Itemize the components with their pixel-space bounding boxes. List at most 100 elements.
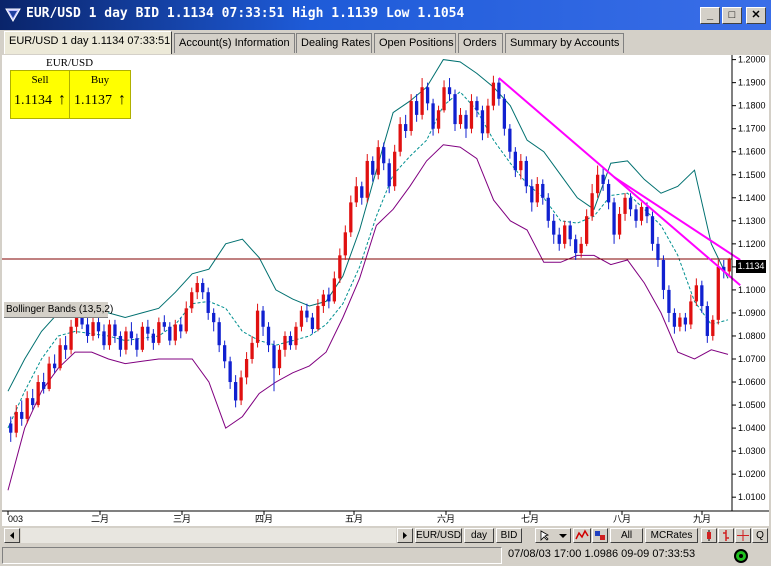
candle[interactable]: [634, 204, 638, 228]
candle[interactable]: [595, 165, 600, 198]
candle[interactable]: [716, 259, 720, 325]
candle[interactable]: [338, 248, 342, 283]
symbol-button[interactable]: EUR/USD: [415, 528, 462, 543]
candle[interactable]: [233, 375, 238, 408]
candle[interactable]: [190, 287, 194, 313]
candle[interactable]: [568, 220, 572, 247]
candle[interactable]: [266, 322, 271, 353]
indicator-label[interactable]: Bollinger Bands (13,5,2): [4, 302, 113, 318]
tab-orders[interactable]: Orders: [458, 33, 503, 53]
candle[interactable]: [585, 209, 589, 247]
candle[interactable]: [85, 317, 90, 343]
sell-panel[interactable]: Sell 1.1134 ↑: [11, 71, 70, 118]
candle[interactable]: [118, 331, 123, 357]
candle[interactable]: [656, 236, 660, 267]
candle[interactable]: [135, 333, 139, 357]
candle[interactable]: [255, 303, 260, 348]
q-button[interactable]: Q: [752, 528, 768, 543]
candle[interactable]: [299, 306, 304, 332]
candle[interactable]: [206, 287, 210, 320]
candle[interactable]: [354, 177, 358, 207]
candle[interactable]: [365, 154, 369, 203]
price-chart[interactable]: 1.2000 1.1900 1.1800 1.1700 1.1600 1.1500 1.14…: [2, 55, 769, 526]
tab-eurusd-chart[interactable]: EUR/USD 1 day 1.1134 07:33:51: [4, 31, 172, 54]
candle[interactable]: [436, 105, 441, 134]
candle[interactable]: [464, 110, 468, 138]
candle[interactable]: [107, 319, 112, 350]
candle[interactable]: [711, 315, 715, 341]
indicator-tool-button[interactable]: [573, 528, 591, 543]
candle[interactable]: [244, 352, 249, 385]
candle[interactable]: [590, 183, 594, 221]
minimize-button[interactable]: _: [700, 7, 720, 24]
tab-open-positions[interactable]: Open Positions: [374, 33, 456, 53]
candle[interactable]: [360, 181, 364, 205]
candle[interactable]: [250, 335, 254, 364]
candle[interactable]: [552, 213, 556, 244]
candle[interactable]: [458, 107, 463, 129]
trendline[interactable]: [613, 176, 741, 261]
candle[interactable]: [431, 98, 435, 136]
candle[interactable]: [617, 207, 622, 240]
candle[interactable]: [69, 319, 73, 355]
candle[interactable]: [524, 156, 528, 194]
candle[interactable]: [409, 94, 413, 136]
candle[interactable]: [283, 331, 287, 357]
candle[interactable]: [201, 278, 205, 300]
candle[interactable]: [502, 94, 507, 136]
candle[interactable]: [689, 294, 693, 330]
candle[interactable]: [486, 98, 490, 138]
tab-dealing-rates[interactable]: Dealing Rates: [296, 33, 372, 53]
candle[interactable]: [453, 89, 457, 131]
candle[interactable]: [168, 322, 172, 346]
candle[interactable]: [212, 308, 216, 332]
candle[interactable]: [398, 117, 402, 157]
candle[interactable]: [113, 319, 117, 343]
candle[interactable]: [497, 78, 501, 106]
bar-chart-button[interactable]: [718, 528, 734, 543]
candle[interactable]: [239, 370, 243, 406]
candle[interactable]: [217, 317, 221, 353]
candle[interactable]: [700, 280, 704, 313]
chart-area[interactable]: 1.2000 1.1900 1.1800 1.1700 1.1600 1.1500 1.14…: [2, 55, 769, 526]
candle-chart-button[interactable]: [701, 528, 717, 543]
scroll-track[interactable]: [21, 528, 396, 543]
candle[interactable]: [579, 236, 583, 258]
maximize-button[interactable]: □: [722, 7, 742, 24]
candle[interactable]: [508, 124, 512, 159]
candle[interactable]: [480, 105, 485, 141]
candle[interactable]: [140, 322, 145, 353]
candle[interactable]: [305, 303, 309, 323]
candle[interactable]: [9, 416, 13, 442]
close-button[interactable]: ✕: [746, 7, 766, 24]
candle[interactable]: [58, 338, 62, 371]
tab-summary-by-accounts[interactable]: Summary by Accounts: [505, 33, 624, 53]
candle[interactable]: [129, 322, 134, 346]
candle[interactable]: [52, 354, 57, 373]
candle[interactable]: [91, 317, 95, 341]
candle[interactable]: [546, 193, 550, 228]
tab-account-information[interactable]: Account(s) Information: [174, 33, 295, 53]
buy-panel[interactable]: Buy 1.1137 ↑: [70, 71, 130, 118]
candle[interactable]: [179, 317, 183, 339]
all-button[interactable]: All: [610, 528, 643, 543]
candle[interactable]: [420, 78, 424, 120]
candle[interactable]: [414, 94, 419, 122]
candle[interactable]: [530, 179, 534, 212]
candle[interactable]: [606, 179, 611, 210]
candle[interactable]: [124, 326, 128, 355]
candle[interactable]: [475, 96, 479, 118]
candle[interactable]: [469, 94, 474, 134]
candle[interactable]: [672, 308, 677, 334]
candle[interactable]: [31, 388, 35, 410]
candle[interactable]: [184, 301, 188, 334]
candle[interactable]: [683, 312, 688, 332]
candle[interactable]: [195, 276, 199, 300]
candle[interactable]: [557, 227, 561, 251]
candle[interactable]: [63, 335, 68, 359]
candle[interactable]: [321, 289, 326, 313]
candle[interactable]: [650, 211, 655, 251]
candle[interactable]: [228, 356, 232, 389]
candle[interactable]: [349, 195, 353, 237]
candle[interactable]: [14, 405, 18, 438]
